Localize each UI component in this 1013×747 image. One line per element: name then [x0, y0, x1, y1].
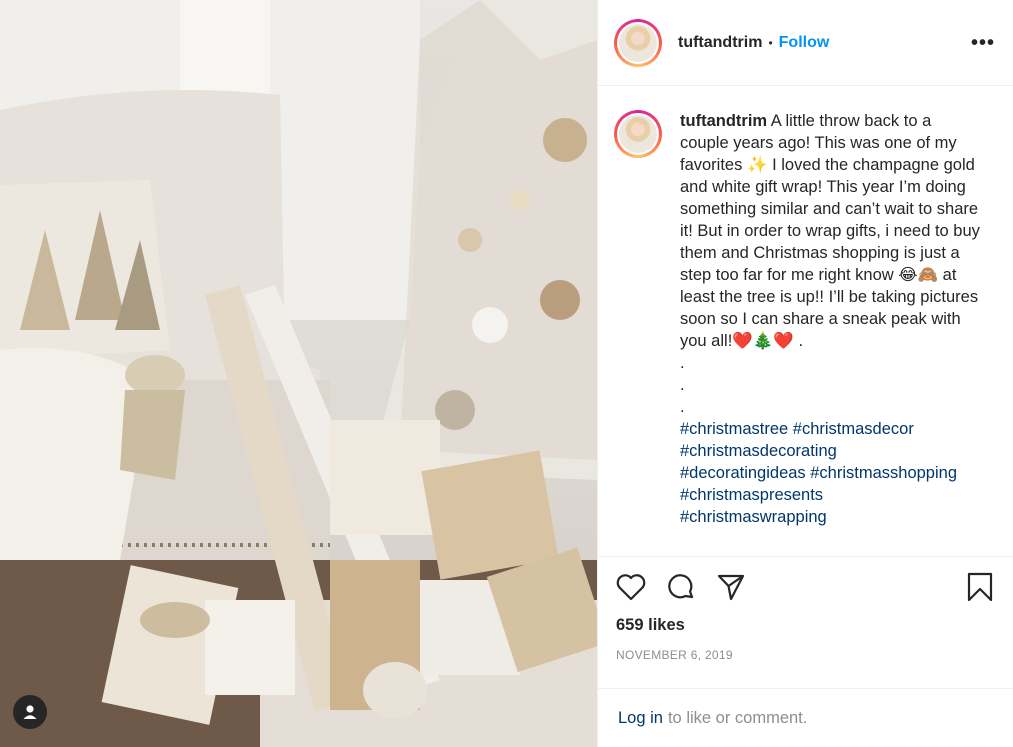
action-bar [598, 556, 1013, 616]
hashtag-link[interactable]: #christmaswrapping [680, 506, 980, 528]
avatar-image [619, 115, 657, 153]
caption-username-link[interactable]: tuftandtrim [680, 112, 767, 130]
caption-text: A little throw back to a couple years ag… [680, 112, 980, 350]
post-details-panel: tuftandtrim • Follow ••• tuftandtrim A l… [597, 0, 1013, 747]
christmas-scene-image [0, 0, 597, 747]
like-count[interactable]: 659 likes [616, 616, 685, 635]
hashtag-link[interactable]: #christmasdecorating [680, 440, 980, 462]
user-tag-button[interactable] [13, 695, 47, 729]
hashtag-link[interactable]: #christmaspresents [680, 484, 980, 506]
caption-dot: . [680, 398, 685, 416]
post-date[interactable]: NOVEMBER 6, 2019 [616, 648, 733, 662]
login-link[interactable]: Log in [618, 709, 663, 728]
user-tag-icon [23, 705, 37, 719]
post-photo[interactable] [0, 0, 597, 747]
login-prompt-text: to like or comment. [667, 708, 808, 727]
follow-button[interactable]: Follow [779, 34, 830, 52]
share-button[interactable] [712, 568, 750, 606]
more-options-icon[interactable]: ••• [971, 32, 995, 55]
caption: tuftandtrim A little throw back to a cou… [680, 110, 980, 556]
login-prompt: Log in to like or comment. [598, 688, 1013, 747]
caption-avatar[interactable] [614, 110, 662, 158]
heart-icon [616, 573, 646, 600]
separator-dot: • [768, 35, 773, 50]
hashtag-link[interactable]: #christmastree #christmasdecor [680, 418, 980, 440]
paper-plane-icon [717, 574, 745, 600]
bookmark-icon [967, 572, 993, 601]
comment-bubble-icon [668, 573, 694, 598]
caption-dot: . [680, 354, 685, 372]
comment-button[interactable] [662, 568, 700, 606]
caption-section: tuftandtrim A little throw back to a cou… [598, 86, 1013, 556]
username-link[interactable]: tuftandtrim [678, 34, 762, 52]
avatar[interactable] [614, 18, 662, 67]
avatar-image [619, 23, 657, 62]
post-header: tuftandtrim • Follow ••• [598, 0, 1013, 86]
like-button[interactable] [612, 568, 650, 606]
caption-dot: . [680, 376, 685, 394]
save-button[interactable] [961, 568, 999, 606]
post: tuftandtrim • Follow ••• tuftandtrim A l… [0, 0, 1013, 747]
hashtag-link[interactable]: #decoratingideas #christmasshopping [680, 462, 980, 484]
